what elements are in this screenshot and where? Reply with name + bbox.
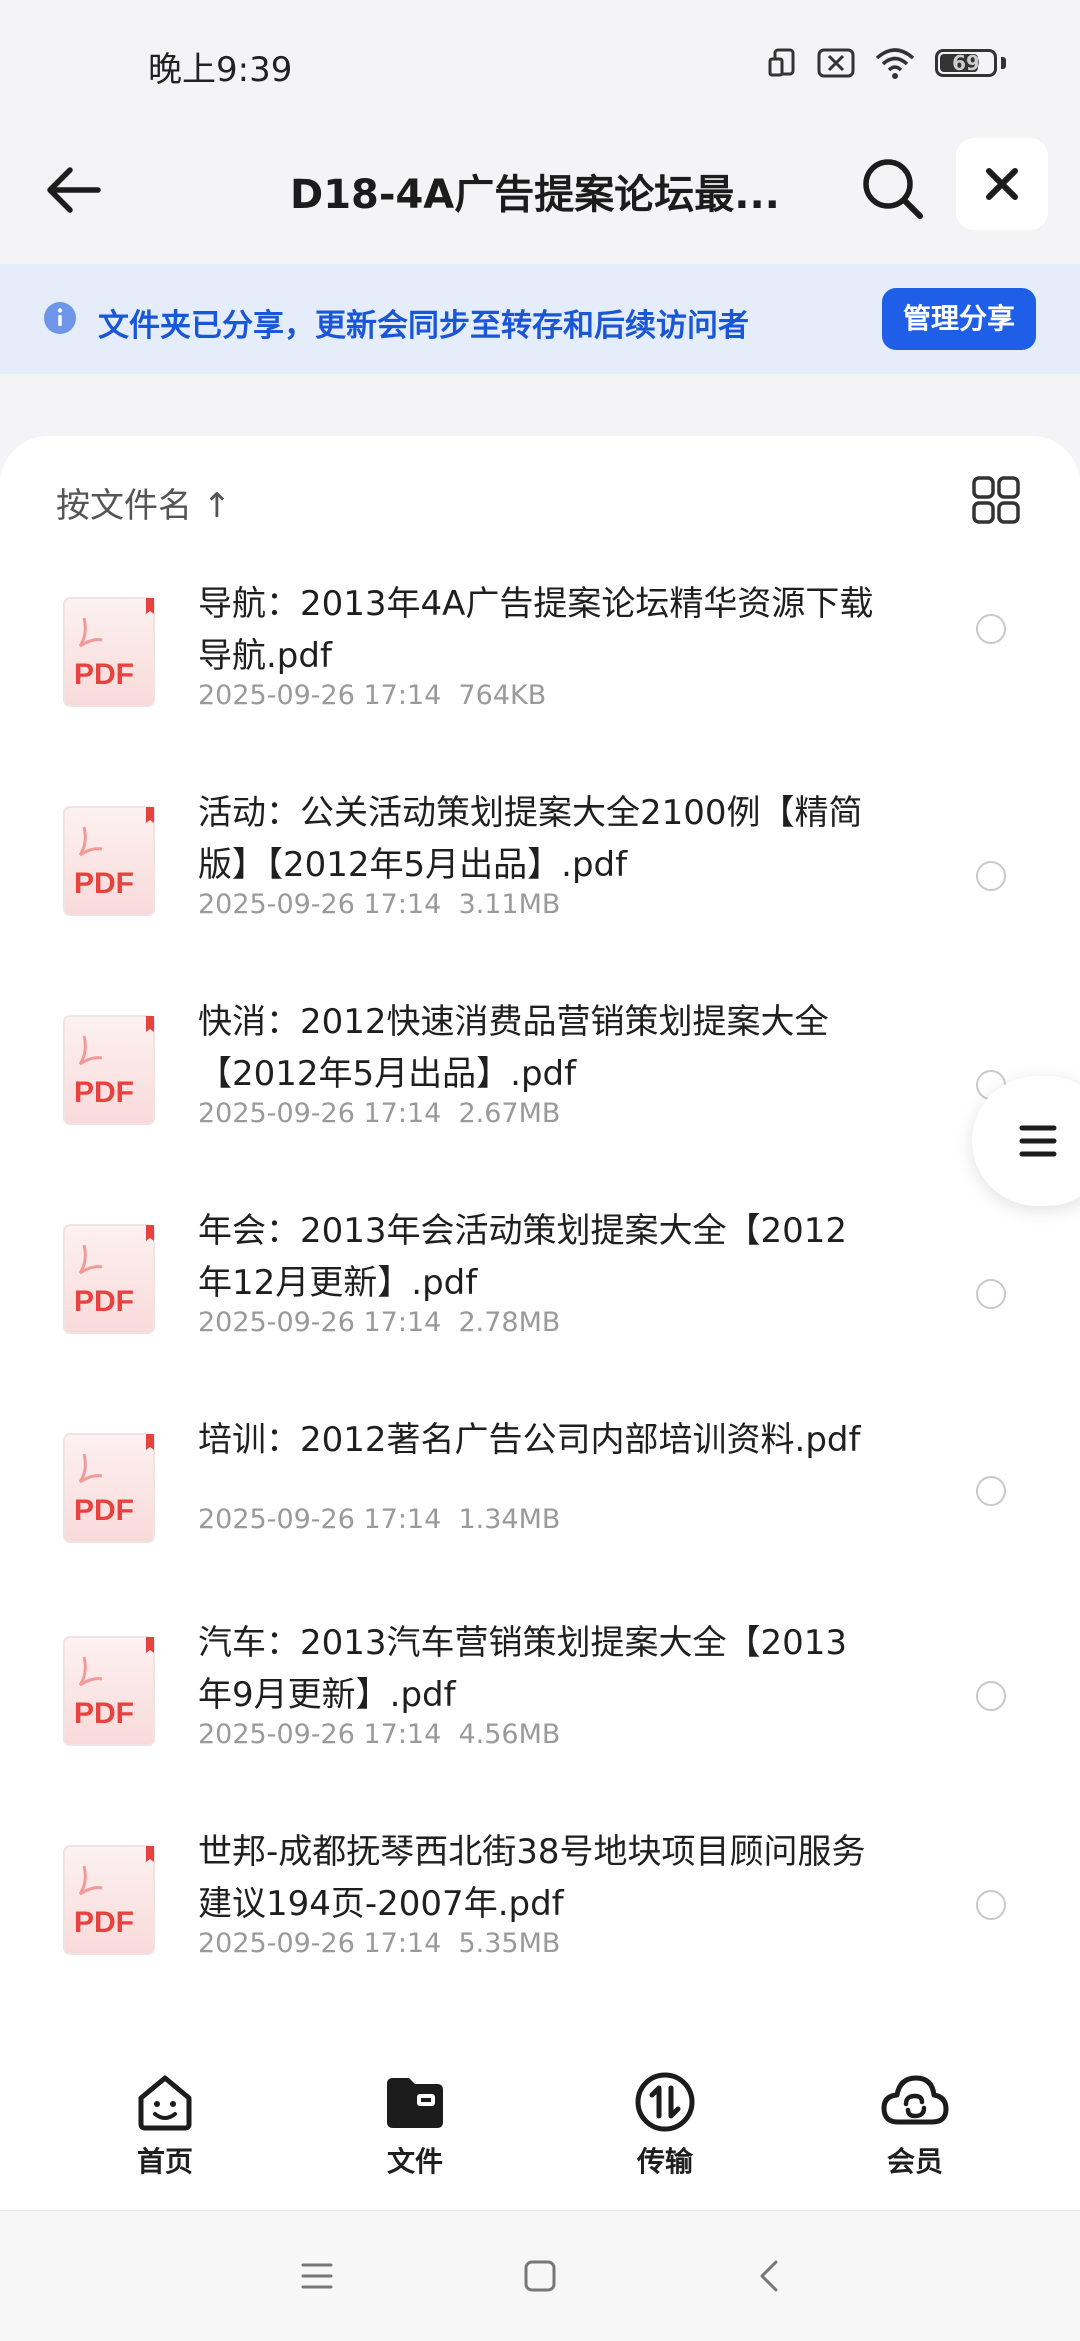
- nav-member[interactable]: 会员: [840, 2070, 990, 2180]
- screen-mirror-icon: [768, 48, 795, 77]
- bottom-nav: 首页 文件 传输 会员: [0, 2046, 1080, 2210]
- file-size: 4.56MB: [458, 1719, 561, 1750]
- file-row[interactable]: PDF 世邦-成都抚琴西北街38号地块项目顾问服务建议194页-2007年.pdf…: [0, 1826, 1080, 2016]
- select-radio[interactable]: [976, 1681, 1006, 1711]
- home-button-icon[interactable]: [523, 2259, 557, 2293]
- file-date: 2025-09-26 17:14: [198, 1307, 442, 1338]
- file-name: 快消：2012快速消费品营销策划提案大全【2012年5月出品】.pdf: [198, 1002, 829, 1094]
- battery-icon: 69: [935, 49, 997, 77]
- close-icon: [986, 168, 1018, 200]
- share-banner: 文件夹已分享，更新会同步至转存和后续访问者 管理分享: [0, 264, 1080, 374]
- sort-by-name-button[interactable]: 按文件名 ↑: [56, 478, 231, 527]
- file-name: 汽车：2013汽车营销策划提案大全【2013年9月更新】.pdf: [198, 1623, 848, 1715]
- pdf-label: PDF: [74, 1285, 134, 1318]
- system-nav-bar: [0, 2210, 1080, 2341]
- file-name: 培训：2012著名广告公司内部培训资料.pdf: [198, 1420, 861, 1460]
- battery-level: 69: [952, 51, 980, 75]
- pdf-label: PDF: [74, 1697, 134, 1730]
- nav-files-label: 文件: [386, 2145, 443, 2178]
- nav-home[interactable]: 首页: [90, 2070, 240, 2180]
- grid-view-icon[interactable]: [970, 474, 1022, 526]
- page-title: D18-4A广告提案论坛最...: [290, 172, 780, 218]
- file-row[interactable]: PDF 活动：公关活动策划提案大全2100例【精简版】【2012年5月出品】.pd…: [0, 787, 1080, 977]
- nav-member-label: 会员: [886, 2145, 943, 2178]
- menu-lines-icon: [1019, 1125, 1057, 1157]
- folder-icon: [387, 2078, 443, 2128]
- file-list-card: 按文件名 ↑ PDF 导航：2013年4A广告提案论坛精华资源下载导航.pdf 20…: [0, 436, 1080, 2046]
- close-button[interactable]: [956, 138, 1048, 230]
- file-date: 2025-09-26 17:14: [198, 1719, 442, 1750]
- info-icon: [44, 302, 76, 334]
- pdf-label: PDF: [74, 1906, 134, 1939]
- pdf-file-icon: PDF: [63, 1845, 155, 1955]
- sim-disabled-icon: [817, 48, 855, 78]
- manage-share-button[interactable]: 管理分享: [882, 288, 1036, 350]
- pdf-file-icon: PDF: [63, 1636, 155, 1746]
- file-name: 年会：2013年会活动策划提案大全【2012年12月更新】.pdf: [198, 1211, 848, 1303]
- file-row[interactable]: PDF 导航：2013年4A广告提案论坛精华资源下载导航.pdf 2025-09-2…: [0, 578, 1080, 768]
- nav-home-label: 首页: [136, 2145, 193, 2178]
- pdf-label: PDF: [74, 1494, 134, 1527]
- file-meta: 2025-09-26 17:14 1.34MB: [198, 1504, 560, 1535]
- file-date: 2025-09-26 17:14: [198, 1928, 442, 1959]
- home-smile-icon: [138, 2075, 192, 2131]
- file-date: 2025-09-26 17:14: [198, 1504, 442, 1535]
- file-size: 5.35MB: [458, 1928, 561, 1959]
- file-size: 3.11MB: [458, 889, 561, 920]
- back-arrow-icon[interactable]: [40, 155, 110, 225]
- pdf-label: PDF: [74, 1076, 134, 1109]
- file-meta: 2025-09-26 17:14 2.78MB: [198, 1307, 560, 1338]
- status-icons: 69: [767, 46, 1006, 80]
- recent-apps-icon[interactable]: [300, 2259, 334, 2293]
- file-meta: 2025-09-26 17:14 2.67MB: [198, 1098, 560, 1129]
- file-name: 活动：公关活动策划提案大全2100例【精简版】【2012年5月出品】.pdf: [198, 793, 863, 885]
- pdf-file-icon: PDF: [63, 597, 155, 707]
- file-date: 2025-09-26 17:14: [198, 1098, 442, 1129]
- file-meta: 2025-09-26 17:14 4.56MB: [198, 1719, 560, 1750]
- pdf-file-icon: PDF: [63, 1224, 155, 1334]
- select-radio[interactable]: [976, 861, 1006, 891]
- file-row[interactable]: PDF 培训：2012著名广告公司内部培训资料.pdf 2025-09-26 17:…: [0, 1414, 1080, 1604]
- wifi-icon: [875, 48, 915, 79]
- file-row[interactable]: PDF 年会：2013年会活动策划提案大全【2012年12月更新】.pdf 2025…: [0, 1205, 1080, 1395]
- pdf-file-icon: PDF: [63, 1015, 155, 1125]
- pdf-file-icon: PDF: [63, 1433, 155, 1543]
- status-bar: 晚上9:39 69: [0, 0, 1080, 130]
- battery-nub: [1001, 57, 1006, 69]
- file-row[interactable]: PDF 汽车：2013汽车营销策划提案大全【2013年9月更新】.pdf 2025-…: [0, 1617, 1080, 1807]
- file-name: 世邦-成都抚琴西北街38号地块项目顾问服务建议194页-2007年.pdf: [198, 1832, 866, 1924]
- transfer-icon: [635, 2072, 695, 2132]
- member-cloud-icon: [881, 2075, 949, 2125]
- file-size: 1.34MB: [458, 1504, 561, 1535]
- select-radio[interactable]: [976, 1890, 1006, 1920]
- file-date: 2025-09-26 17:14: [198, 680, 442, 711]
- file-meta: 2025-09-26 17:14 764KB: [198, 680, 546, 711]
- pdf-label: PDF: [74, 867, 134, 900]
- file-row[interactable]: PDF 快消：2012快速消费品营销策划提案大全【2012年5月出品】.pdf 20…: [0, 996, 1080, 1186]
- search-icon[interactable]: [858, 154, 928, 224]
- select-radio[interactable]: [976, 614, 1006, 644]
- back-button-icon[interactable]: [752, 2259, 786, 2293]
- file-size: 764KB: [458, 680, 547, 711]
- nav-files[interactable]: 文件: [340, 2070, 490, 2180]
- header-bar: D18-4A广告提案论坛最...: [0, 130, 1080, 264]
- select-radio[interactable]: [976, 1476, 1006, 1506]
- file-size: 2.78MB: [458, 1307, 561, 1338]
- file-meta: 2025-09-26 17:14 5.35MB: [198, 1928, 560, 1959]
- file-size: 2.67MB: [458, 1098, 561, 1129]
- file-meta: 2025-09-26 17:14 3.11MB: [198, 889, 560, 920]
- pdf-file-icon: PDF: [63, 806, 155, 916]
- nav-transfer[interactable]: 传输: [590, 2070, 740, 2180]
- nav-transfer-label: 传输: [636, 2145, 693, 2178]
- file-name: 导航：2013年4A广告提案论坛精华资源下载导航.pdf: [198, 584, 874, 676]
- status-time: 晚上9:39: [148, 50, 293, 90]
- share-banner-text: 文件夹已分享，更新会同步至转存和后续访问者: [98, 308, 749, 344]
- file-date: 2025-09-26 17:14: [198, 889, 442, 920]
- select-radio[interactable]: [976, 1279, 1006, 1309]
- pdf-label: PDF: [74, 658, 134, 691]
